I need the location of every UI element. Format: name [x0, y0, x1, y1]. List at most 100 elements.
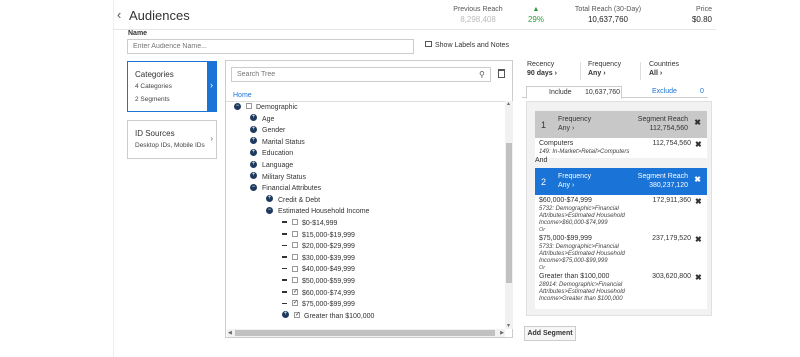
tree-item[interactable]: ✓ $75,000-$99,999 [282, 299, 355, 310]
back-chevron-icon[interactable]: ‹ [117, 7, 121, 22]
close-icon[interactable]: ✖ [694, 118, 701, 127]
tree-item-label: Credit & Debt [278, 196, 321, 204]
name-label: Name [128, 30, 148, 37]
tree-item[interactable]: $40,000-$49,999 [282, 264, 355, 275]
recency-filter[interactable]: Recency 90 days › [527, 60, 557, 78]
tree-item[interactable]: $0-$14,999 [282, 218, 337, 229]
collapse-icon[interactable]: − [234, 102, 241, 110]
remove-icon[interactable]: ✖ [695, 140, 702, 150]
tree-item[interactable]: − Financial Attributes [250, 183, 321, 194]
scroll-up-icon[interactable]: ▲ [506, 101, 511, 107]
tree-item[interactable]: + Military Status [250, 172, 306, 183]
remove-icon[interactable]: ✖ [695, 197, 702, 207]
tree-item-label: Greater than $100,000 [304, 312, 375, 320]
remove-icon[interactable]: ✖ [695, 235, 702, 245]
audience-name-input[interactable] [127, 39, 414, 54]
total-reach-value: 10,637,760 [587, 14, 629, 24]
tree-item[interactable]: + ✓ Greater than $100,000 [282, 311, 374, 322]
countries-label: Countries [649, 61, 679, 68]
tree-item-label: $60,000-$74,999 [302, 289, 355, 297]
tree-item[interactable]: $15,000-$19,999 [282, 230, 355, 241]
id-sources-card[interactable]: ID Sources Desktop IDs, Mobile IDs › [127, 120, 217, 159]
item-name: Computers [539, 140, 574, 147]
search-icon[interactable]: ⚲ [479, 70, 485, 79]
tree-item[interactable]: + Gender [250, 125, 285, 136]
segment-frequency-value[interactable]: Any [558, 182, 570, 189]
up-arrow-icon: ▲ [532, 6, 540, 13]
notes-icon [425, 41, 432, 48]
checkbox[interactable] [292, 277, 298, 284]
tree-item[interactable]: $50,000-$59,999 [282, 276, 355, 287]
scroll-left-icon[interactable]: ◀ [228, 330, 232, 336]
tree-item[interactable]: + Education [250, 148, 293, 159]
countries-filter[interactable]: Countries All › [649, 60, 679, 78]
scroll-down-icon[interactable]: ▼ [506, 323, 511, 329]
tree-item[interactable]: + Age [250, 114, 274, 125]
tree-item-label: Language [262, 162, 294, 169]
tab-include[interactable]: Include 10,637,760 [526, 86, 622, 99]
tree-item[interactable]: + Marital Status [250, 137, 305, 148]
tree-item[interactable]: + Language [250, 160, 293, 171]
chevron-right-icon[interactable]: › [207, 62, 216, 111]
collapse-icon[interactable]: − [250, 183, 257, 191]
frequency-label: Frequency [588, 61, 622, 68]
checkbox[interactable]: ✓ [292, 288, 298, 295]
expand-icon[interactable]: + [250, 172, 257, 180]
tab-include-count: 10,637,760 [585, 89, 621, 96]
trash-icon[interactable] [498, 69, 505, 78]
frequency-filter[interactable]: Frequency Any › [588, 60, 621, 78]
remove-icon[interactable]: ✖ [695, 273, 702, 283]
item-reach: 303,620,800 [652, 273, 691, 280]
expand-icon[interactable]: + [250, 149, 257, 157]
checkbox[interactable] [246, 103, 252, 110]
countries-value: All [649, 70, 658, 78]
expand-icon[interactable]: + [282, 311, 289, 319]
tree-item[interactable]: ✓ $60,000-$74,999 [282, 288, 355, 299]
expand-icon[interactable]: + [250, 160, 257, 168]
tab-exclude-count: 0 [700, 88, 704, 95]
collapse-icon[interactable]: − [266, 207, 273, 215]
checkbox[interactable] [292, 219, 298, 226]
add-segment-button[interactable]: Add Segment [524, 326, 576, 341]
scroll-right-icon[interactable]: ▶ [500, 330, 504, 336]
checkbox[interactable] [292, 230, 298, 237]
chevron-right-icon[interactable]: › [210, 134, 213, 143]
expand-icon[interactable]: + [250, 114, 257, 122]
tree-vertical-scrollbar[interactable]: ▲ ▼ [505, 101, 513, 329]
tree-item[interactable]: $20,000-$29,999 [282, 241, 355, 252]
segment-frequency-value[interactable]: Any [558, 125, 570, 132]
tree-item[interactable]: + Credit & Debt [266, 195, 320, 206]
tree-item-label: Education [262, 150, 294, 158]
segments-panel: 1 Frequency Any › Segment Reach 112,754,56… [526, 101, 712, 316]
tree-scroll-thumb[interactable] [506, 143, 512, 283]
expand-icon[interactable]: + [250, 137, 257, 145]
checkbox[interactable] [292, 253, 298, 260]
segment-2-header[interactable]: 2 Frequency Any › Segment Reach 380,237,12… [535, 168, 707, 195]
tree-item-label: Estimated Household Income [278, 208, 370, 216]
expand-icon[interactable]: + [266, 195, 273, 203]
tree-item-label: $30,000-$39,999 [302, 254, 355, 262]
show-labels-toggle[interactable]: Show Labels and Notes [425, 41, 509, 49]
checkbox[interactable] [292, 265, 298, 272]
tab-exclude[interactable]: Exclude [652, 88, 677, 95]
tree-item[interactable]: $30,000-$39,999 [282, 253, 355, 264]
breadcrumb-home[interactable]: Home [233, 92, 252, 99]
tree-search-input[interactable] [231, 67, 491, 82]
tree-item-label: Gender [262, 127, 286, 135]
checkbox[interactable] [292, 242, 298, 249]
segment-number: 2 [541, 177, 547, 187]
reach-change-value: 29% [527, 14, 544, 24]
checkbox[interactable]: ✓ [294, 311, 300, 318]
tree-item[interactable]: − Demographic [234, 102, 298, 113]
chevron-right-icon: › [603, 70, 606, 78]
tree-item[interactable]: − Estimated Household Income [266, 206, 369, 217]
tree-horizontal-scrollbar[interactable]: ◀ ▶ [227, 329, 505, 337]
categories-card[interactable]: Categories 4 Categories 2 Segments › [127, 61, 217, 112]
item-path: 28914: Demographic>Financial Attributes>… [539, 282, 625, 303]
checkbox[interactable]: ✓ [292, 300, 298, 307]
segment-1-header[interactable]: 1 Frequency Any › Segment Reach 112,754,56… [535, 111, 707, 138]
close-icon[interactable]: ✖ [694, 175, 701, 184]
tree-list: − Demographic + Age + Gender + Marital Status + E… [226, 101, 506, 329]
expand-icon[interactable]: + [250, 125, 257, 133]
tree-hscroll-thumb[interactable] [235, 330, 495, 336]
